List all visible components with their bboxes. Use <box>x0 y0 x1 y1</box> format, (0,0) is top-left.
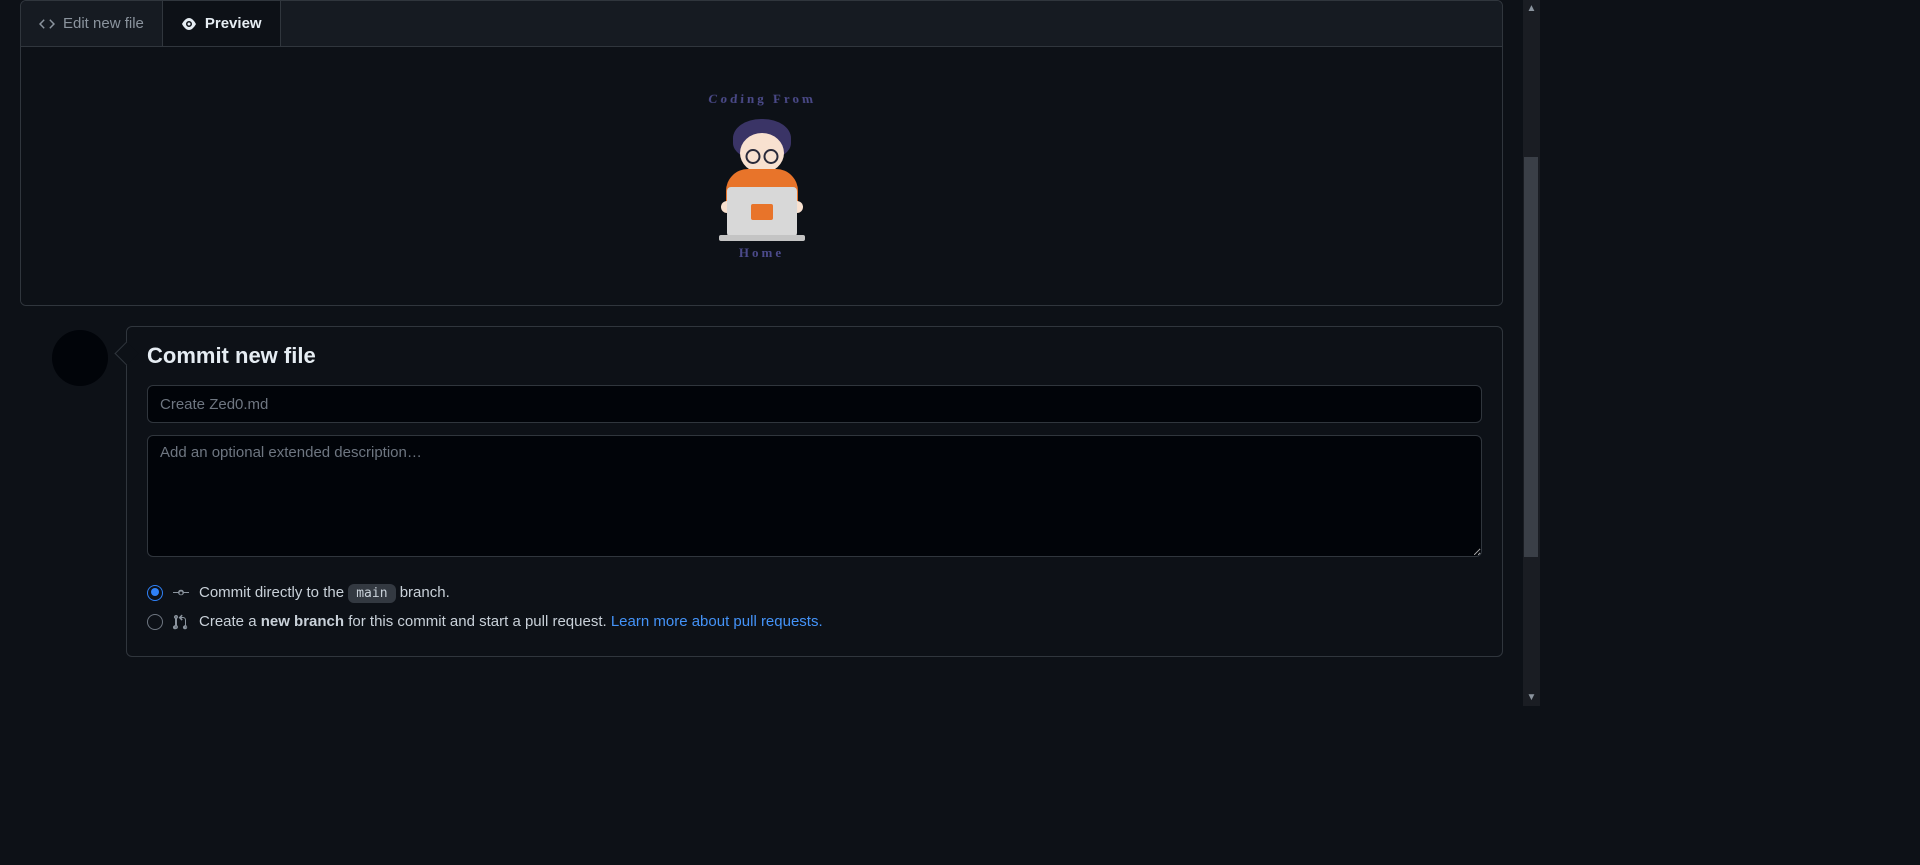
illustration-text-top: Coding From <box>685 91 839 106</box>
commit-heading: Commit new file <box>147 343 1482 369</box>
radio-new-branch-label: Create a new branch for this commit and … <box>199 613 823 630</box>
vertical-scrollbar[interactable]: ▲ ▼ <box>1523 0 1540 706</box>
commit-description-input[interactable] <box>147 435 1482 557</box>
preview-panel: Coding From Home <box>21 47 1502 305</box>
editor-container: Edit new file Preview Coding From <box>20 0 1503 306</box>
preview-illustration: Coding From Home <box>687 91 837 261</box>
git-commit-icon <box>173 585 189 601</box>
git-pull-request-icon <box>173 614 189 630</box>
tab-edit-label: Edit new file <box>63 15 144 32</box>
tab-preview-label: Preview <box>205 15 262 32</box>
radio-commit-direct[interactable]: Commit directly to the main branch. <box>147 578 1482 607</box>
tab-preview[interactable]: Preview <box>163 1 281 46</box>
scroll-up-arrow[interactable]: ▲ <box>1523 0 1540 17</box>
scrollbar-thumb[interactable] <box>1524 157 1538 557</box>
avatar[interactable] <box>52 330 108 386</box>
code-icon <box>39 16 55 32</box>
scroll-down-arrow[interactable]: ▼ <box>1523 689 1540 706</box>
branch-badge: main <box>348 584 395 603</box>
radio-new-branch[interactable]: Create a new branch for this commit and … <box>147 607 1482 636</box>
radio-input-new-branch[interactable] <box>147 614 163 630</box>
illustration-text-bottom: Home <box>687 245 837 261</box>
commit-branch-options: Commit directly to the main branch. Crea… <box>147 578 1482 636</box>
commit-summary-input[interactable] <box>147 385 1482 423</box>
radio-input-direct[interactable] <box>147 585 163 601</box>
tab-bar: Edit new file Preview <box>21 1 1502 47</box>
radio-direct-label: Commit directly to the main branch. <box>199 584 450 601</box>
commit-form: Commit new file Commit directly to the m… <box>126 326 1503 657</box>
scrollbar-track[interactable] <box>1523 17 1540 689</box>
learn-more-link[interactable]: Learn more about pull requests. <box>611 613 823 630</box>
tab-edit[interactable]: Edit new file <box>21 1 163 46</box>
eye-icon <box>181 16 197 32</box>
